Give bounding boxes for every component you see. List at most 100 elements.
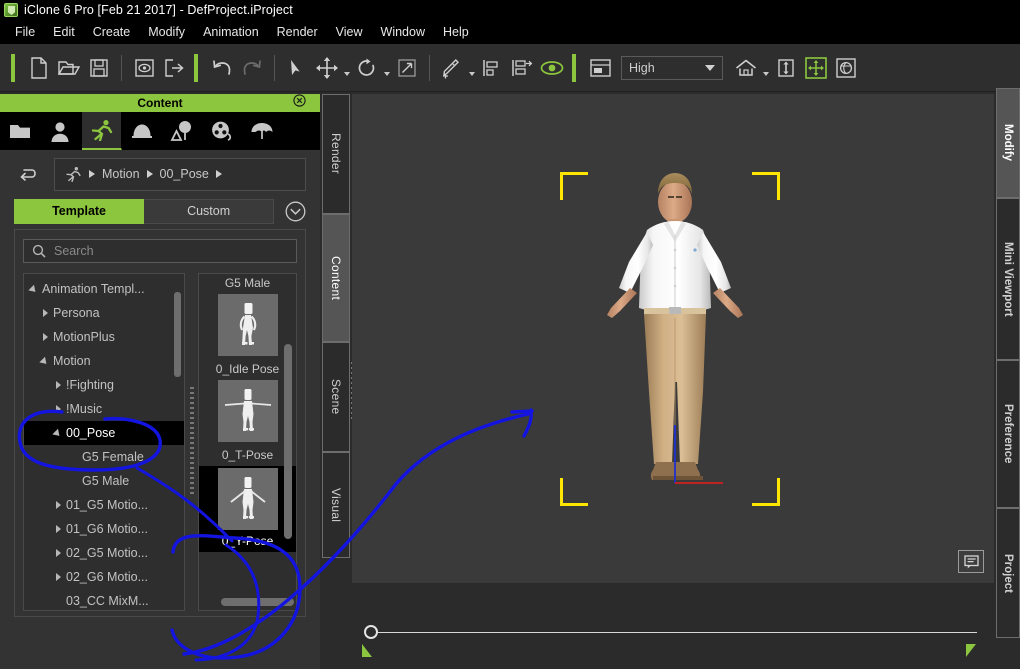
- tab-mini-viewport[interactable]: Mini Viewport: [996, 198, 1020, 360]
- note-icon[interactable]: [958, 550, 984, 573]
- menu-item-edit[interactable]: Edit: [44, 23, 84, 41]
- breadcrumb[interactable]: Motion 00_Pose: [54, 157, 306, 191]
- tree-item-fighting[interactable]: !Fighting: [24, 373, 184, 397]
- tree-item-motion[interactable]: Motion: [24, 349, 184, 373]
- animation-tab[interactable]: [82, 112, 122, 150]
- tree-item-persona[interactable]: Persona: [24, 301, 184, 325]
- tree-item-01-g5-motion[interactable]: 01_G5 Motio...: [24, 493, 184, 517]
- expander-open-icon[interactable]: [37, 356, 53, 367]
- tree-item-02-g5-motion[interactable]: 02_G5 Motio...: [24, 541, 184, 565]
- menu-item-render[interactable]: Render: [268, 23, 327, 41]
- list-item-selected[interactable]: 0_Y-Pose: [199, 466, 296, 552]
- rotate-tool-dropdown-icon[interactable]: [382, 53, 392, 83]
- tab-modify[interactable]: Modify: [996, 88, 1020, 198]
- pose-thumb-tpose-icon[interactable]: [217, 380, 278, 442]
- tree-item-02-g6-motion[interactable]: 02_G6 Motio...: [24, 565, 184, 589]
- move-tool-dropdown-icon[interactable]: [342, 53, 352, 83]
- tree-item-g5-male[interactable]: G5 Male: [24, 469, 184, 493]
- expander-closed-icon[interactable]: [50, 501, 66, 509]
- transform-gizmo-button[interactable]: [801, 53, 831, 83]
- viewport-layout-button[interactable]: [585, 53, 615, 83]
- edit-motion-layer-button[interactable]: [437, 53, 467, 83]
- tab-content[interactable]: Content: [322, 214, 350, 342]
- asset-grid[interactable]: G5 Male 0_Idle Pose 0_T-Pose 0_Y-Pose: [198, 273, 297, 611]
- actor-tab[interactable]: [40, 112, 80, 150]
- tab-template[interactable]: Template: [14, 198, 145, 224]
- close-icon[interactable]: [293, 94, 306, 112]
- edit-motion-dropdown-icon[interactable]: [467, 53, 477, 83]
- menu-item-view[interactable]: View: [327, 23, 372, 41]
- tab-render[interactable]: Render: [322, 94, 350, 214]
- menu-item-animation[interactable]: Animation: [194, 23, 268, 41]
- menu-item-window[interactable]: Window: [372, 23, 434, 41]
- rotate-tool-button[interactable]: [352, 53, 382, 83]
- timeline-range-end-marker[interactable]: [966, 644, 976, 657]
- render-quality-select[interactable]: High: [621, 55, 723, 80]
- expander-open-icon[interactable]: [50, 428, 66, 439]
- expander-closed-icon[interactable]: [50, 549, 66, 557]
- tab-scene[interactable]: Scene: [322, 342, 350, 452]
- visibility-button[interactable]: [537, 53, 567, 83]
- menu-item-modify[interactable]: Modify: [139, 23, 194, 41]
- redo-button[interactable]: [237, 53, 267, 83]
- list-item[interactable]: 0_Idle Pose: [199, 356, 296, 442]
- back-arrow-icon[interactable]: [14, 160, 44, 188]
- align-distribute-button[interactable]: [507, 53, 537, 83]
- menu-item-help[interactable]: Help: [434, 23, 478, 41]
- expander-closed-icon[interactable]: [50, 381, 66, 389]
- tree-item-g5-female[interactable]: G5 Female: [24, 445, 184, 469]
- move-tool-button[interactable]: [312, 53, 342, 83]
- tab-project[interactable]: Project: [996, 508, 1020, 638]
- viewport-3d[interactable]: [352, 94, 994, 583]
- move-to-ground-button[interactable]: [771, 53, 801, 83]
- export-button[interactable]: [159, 53, 189, 83]
- breadcrumb-segment-00-pose[interactable]: 00_Pose: [160, 167, 209, 181]
- timeline-playhead[interactable]: [364, 625, 378, 639]
- pose-thumb-ypose-icon[interactable]: [217, 468, 278, 530]
- save-project-button[interactable]: [84, 53, 114, 83]
- list-item[interactable]: 0_T-Pose: [199, 442, 296, 466]
- expander-closed-icon[interactable]: [50, 573, 66, 581]
- expander-closed-icon[interactable]: [37, 333, 53, 341]
- grid-horizontal-scrollbar[interactable]: [221, 598, 294, 606]
- tree-item-animation-template[interactable]: Animation Templ...: [24, 277, 184, 301]
- breadcrumb-segment-motion[interactable]: Motion: [102, 167, 140, 181]
- props-tab[interactable]: [242, 112, 282, 150]
- open-project-button[interactable]: [54, 53, 84, 83]
- expander-closed-icon[interactable]: [50, 405, 66, 413]
- tree-item-music[interactable]: !Music: [24, 397, 184, 421]
- select-tool-button[interactable]: [282, 53, 312, 83]
- stage-tab[interactable]: [122, 112, 162, 150]
- pose-thumb-relaxed-icon[interactable]: [217, 294, 278, 356]
- world-space-button[interactable]: [831, 53, 861, 83]
- tree-item-motionplus[interactable]: MotionPlus: [24, 325, 184, 349]
- tree-item-03-cc-mixmoves[interactable]: 03_CC MixM...: [24, 589, 184, 610]
- tree-item-00-pose[interactable]: 00_Pose: [24, 421, 184, 445]
- tab-custom[interactable]: Custom: [144, 198, 275, 224]
- media-tab[interactable]: [202, 112, 242, 150]
- home-view-dropdown-icon[interactable]: [761, 53, 771, 83]
- expander-closed-icon[interactable]: [50, 525, 66, 533]
- timeline-track[interactable]: [369, 632, 977, 633]
- folder-tab[interactable]: [0, 112, 40, 150]
- menu-item-file[interactable]: File: [6, 23, 44, 41]
- undo-button[interactable]: [207, 53, 237, 83]
- timeline-range-start-marker[interactable]: [362, 644, 372, 657]
- scale-tool-button[interactable]: [392, 53, 422, 83]
- tree-vertical-scrollbar[interactable]: [174, 292, 181, 377]
- tab-visual[interactable]: Visual: [322, 452, 350, 558]
- list-item[interactable]: G5 Male: [199, 274, 296, 356]
- home-view-button[interactable]: [731, 53, 761, 83]
- category-tree[interactable]: Animation Templ... Persona MotionPlus Mo…: [23, 273, 185, 611]
- chevron-down-circle-icon[interactable]: [284, 200, 306, 222]
- browser-splitter-handle[interactable]: [185, 273, 198, 611]
- preview-button[interactable]: [129, 53, 159, 83]
- tree-item-01-g6-motion[interactable]: 01_G6 Motio...: [24, 517, 184, 541]
- expander-closed-icon[interactable]: [37, 309, 53, 317]
- align-button[interactable]: [477, 53, 507, 83]
- set-tab[interactable]: [162, 112, 202, 150]
- menu-item-create[interactable]: Create: [84, 23, 140, 41]
- expander-open-icon[interactable]: [26, 284, 42, 295]
- new-project-button[interactable]: [24, 53, 54, 83]
- grid-vertical-scrollbar[interactable]: [284, 344, 292, 539]
